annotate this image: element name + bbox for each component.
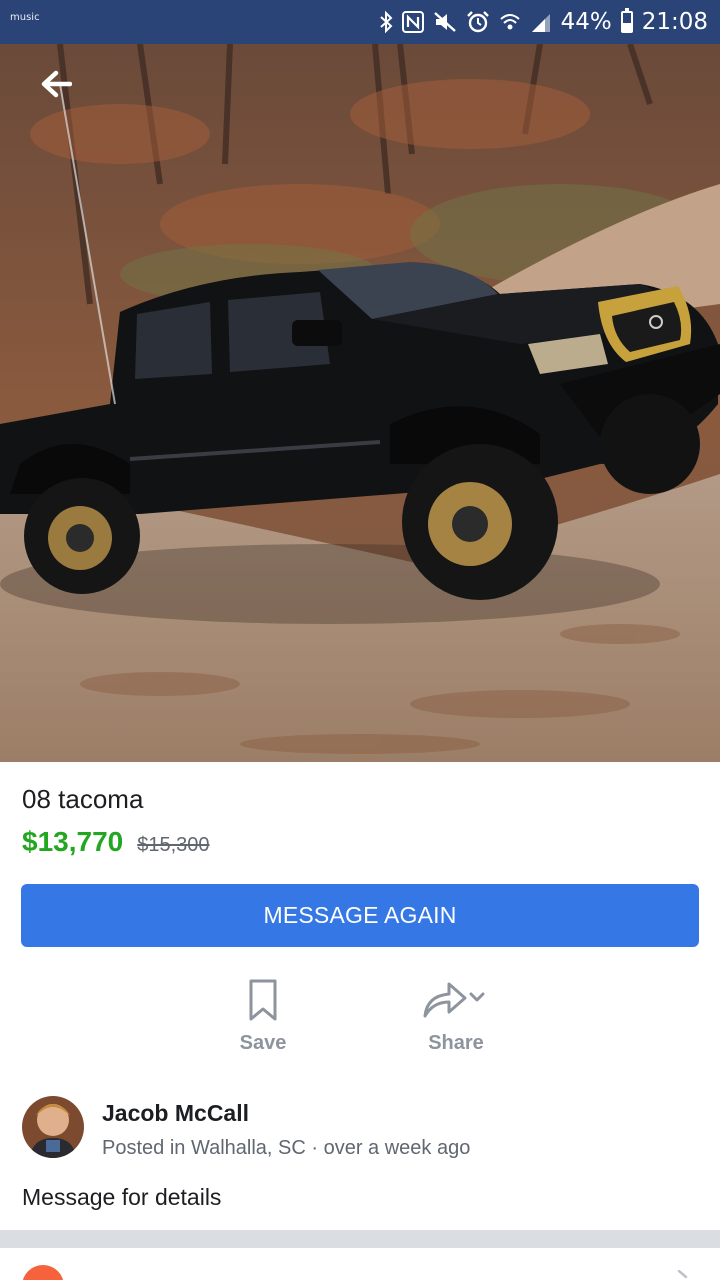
chevron-down-icon	[469, 992, 485, 1002]
price-row: $13,770 $15,300	[22, 826, 210, 858]
listing-title: 08 tacoma	[22, 784, 144, 814]
avatar[interactable]	[22, 1096, 84, 1158]
message-again-button[interactable]: MESSAGE AGAIN	[21, 884, 699, 947]
section-divider	[0, 1230, 720, 1248]
signal-icon	[530, 8, 552, 36]
battery-percent: 44%	[560, 9, 612, 35]
nfc-icon	[401, 8, 424, 36]
next-section-row[interactable]	[0, 1248, 720, 1280]
bluetooth-icon	[379, 8, 393, 36]
posted-time: · over a week ago	[305, 1137, 471, 1159]
listing-photo[interactable]	[0, 44, 720, 762]
music-app-indicator: music	[10, 12, 40, 23]
arrow-left-icon	[41, 70, 72, 98]
back-button[interactable]	[34, 64, 78, 104]
posted-info: Posted in Walhalla, SC · over a week ago	[102, 1137, 470, 1160]
listing-description: Message for details	[22, 1184, 222, 1210]
save-button[interactable]: Save	[203, 972, 323, 1055]
posted-state: , SC	[266, 1137, 306, 1159]
alarm-icon	[466, 8, 490, 36]
mute-icon	[433, 8, 457, 36]
bookmark-icon	[248, 972, 278, 1028]
clock: 21:08	[641, 9, 708, 35]
share-label: Share	[428, 1032, 484, 1054]
listing-price: $13,770	[22, 826, 124, 857]
chevron-right-icon	[677, 1270, 688, 1279]
battery-icon	[620, 8, 633, 33]
status-bar: music 44% 21:08	[0, 0, 720, 44]
seller-name[interactable]: Jacob McCall	[102, 1100, 470, 1127]
seller-info: Jacob McCall Posted in Walhalla, SC · ov…	[22, 1096, 470, 1160]
share-arrow-icon	[421, 972, 491, 1028]
share-button[interactable]: Share	[396, 972, 516, 1055]
original-price: $15,300	[137, 834, 210, 856]
wifi-icon	[499, 8, 521, 36]
posted-location: Posted in Walhalla	[102, 1137, 267, 1159]
section-icon	[22, 1265, 64, 1280]
save-label: Save	[239, 1032, 287, 1054]
